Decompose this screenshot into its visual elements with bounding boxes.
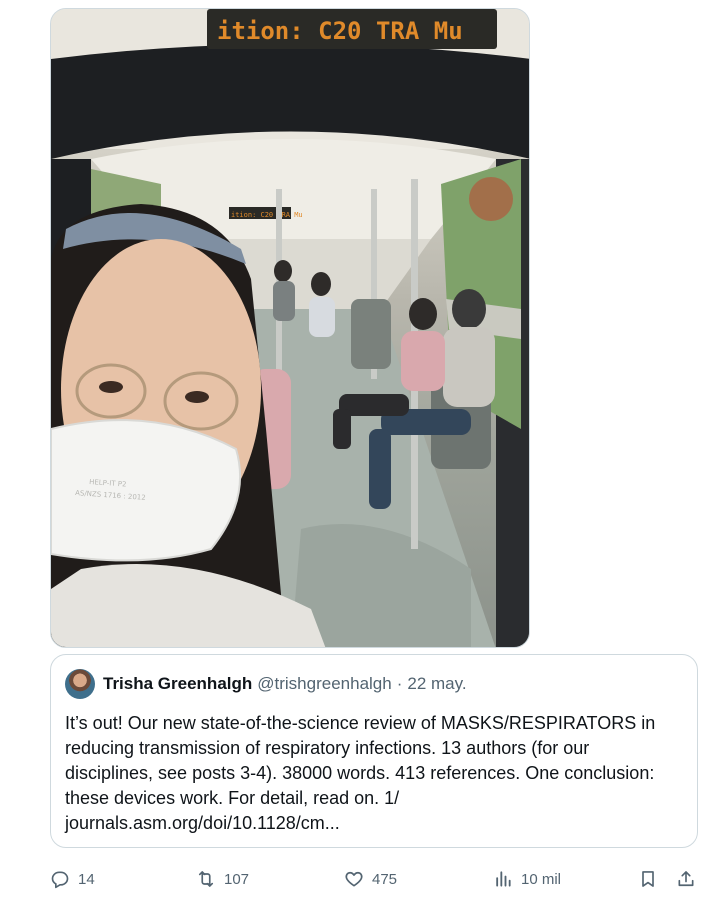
tweet-date[interactable]: 22 may. — [407, 674, 466, 694]
destination-sign-text: ition: C20 TRA Mu — [217, 17, 463, 45]
views-count: 10 mil — [521, 870, 562, 888]
author-handle[interactable]: @trishgreenhalgh — [257, 674, 391, 694]
bookmark-button[interactable] — [638, 862, 658, 896]
bookmark-icon — [642, 871, 654, 887]
retweet-icon — [198, 871, 214, 887]
separator-dot: · — [396, 674, 403, 693]
like-button[interactable]: 475 — [344, 862, 397, 896]
retweet-count: 107 — [224, 870, 250, 888]
views-button[interactable]: 10 mil — [493, 862, 561, 896]
analytics-icon — [496, 871, 511, 887]
quoted-tweet-header: Trisha Greenhalgh @trishgreenhalgh · 22 … — [65, 669, 683, 699]
author-avatar[interactable] — [65, 669, 95, 699]
quoted-tweet-text: It’s out! Our new state-of-the-science r… — [65, 713, 656, 833]
author-name[interactable]: Trisha Greenhalgh — [103, 674, 252, 694]
reply-button[interactable]: 14 — [50, 862, 95, 896]
retweet-button[interactable]: 107 — [196, 862, 249, 896]
inner-sign-text: ition: C20 TRA Mu — [231, 211, 303, 219]
like-count: 475 — [372, 870, 398, 888]
share-icon — [678, 871, 694, 887]
reply-icon — [51, 871, 69, 889]
tweet-actions-bar: 14 107 475 10 mil — [50, 862, 700, 896]
share-button[interactable] — [676, 862, 696, 896]
reply-count: 14 — [78, 870, 95, 888]
quoted-tweet-card[interactable]: Trisha Greenhalgh @trishgreenhalgh · 22 … — [50, 654, 698, 848]
heart-icon — [345, 871, 363, 887]
tram-interior-image: ition: C20 TRA Mu ition: C20 TRA Mu HELP… — [51, 9, 529, 647]
tweet-photo[interactable]: ition: C20 TRA Mu ition: C20 TRA Mu HELP… — [50, 8, 530, 648]
